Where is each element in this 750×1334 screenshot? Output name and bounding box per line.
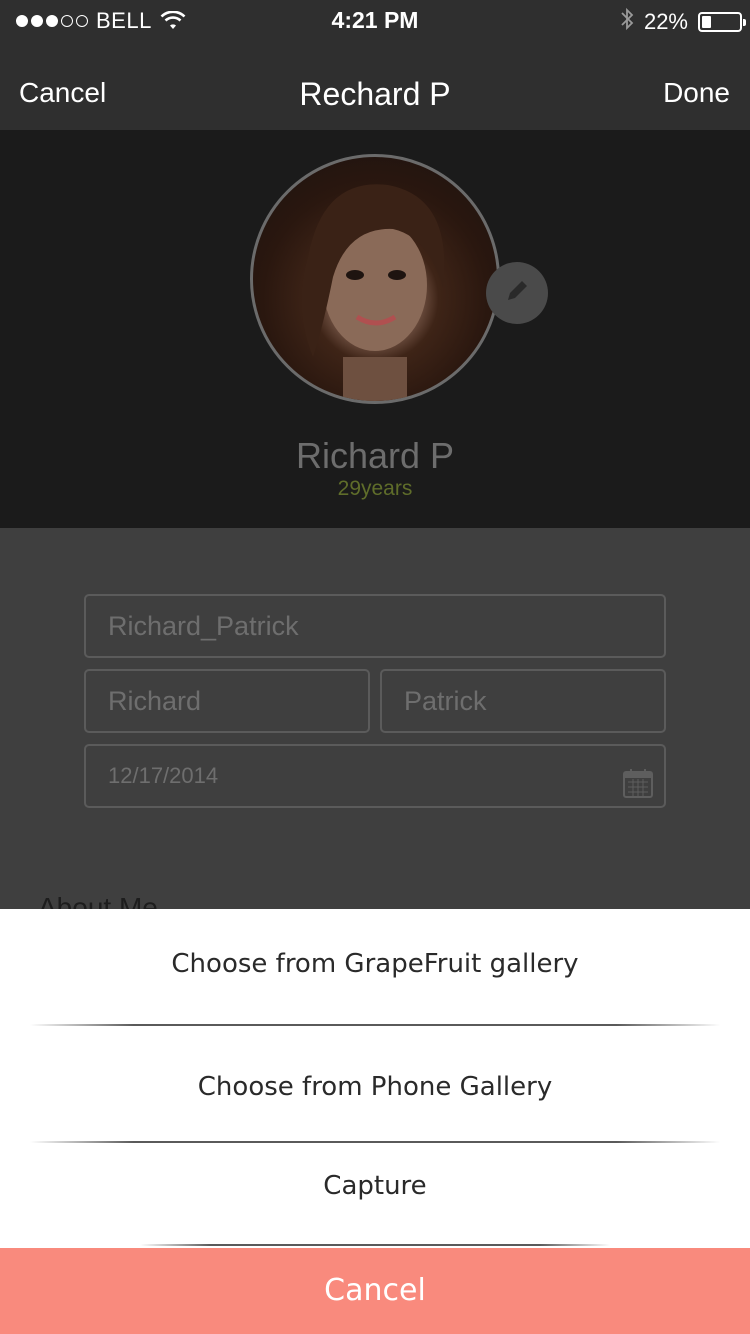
status-right: 22%: [620, 7, 746, 37]
bluetooth-icon: [620, 7, 634, 37]
divider: [30, 1141, 720, 1143]
battery-icon: [698, 12, 746, 32]
choose-phone-gallery-option[interactable]: Choose from Phone Gallery: [0, 1072, 750, 1102]
username-field[interactable]: Richard_Patrick: [84, 594, 666, 658]
first-name-field[interactable]: Richard: [84, 669, 370, 733]
divider: [140, 1244, 610, 1246]
calendar-icon[interactable]: [622, 762, 654, 822]
avatar[interactable]: [250, 154, 500, 404]
profile-form: Richard_Patrick Richard Patrick 12/17/20…: [0, 528, 750, 923]
choose-grapefruit-gallery-option[interactable]: Choose from GrapeFruit gallery: [0, 949, 750, 979]
birth-date-value: 12/17/2014: [108, 763, 219, 788]
page-title: Rechard P: [299, 76, 451, 112]
nav-done-button[interactable]: Done: [663, 77, 730, 109]
capture-option[interactable]: Capture: [0, 1171, 750, 1201]
status-bar: BELL 4:21 PM 22%: [0, 0, 750, 40]
profile-name: Richard P: [295, 435, 455, 476]
sheet-cancel-button[interactable]: Cancel: [0, 1248, 750, 1334]
battery-percent: 22%: [643, 9, 688, 34]
profile-age: 29years: [337, 477, 413, 500]
navigation-bar: Cancel Rechard P Done: [0, 40, 750, 130]
last-name-field[interactable]: Patrick: [380, 669, 666, 733]
divider: [30, 1024, 720, 1026]
edit-photo-button[interactable]: [486, 262, 548, 324]
pencil-icon: [503, 277, 531, 310]
photo-action-sheet: Choose from GrapeFruit gallery Choose fr…: [0, 909, 750, 1334]
birth-date-field[interactable]: 12/17/2014: [84, 744, 666, 808]
profile-header: Richard P 29years: [0, 130, 750, 528]
